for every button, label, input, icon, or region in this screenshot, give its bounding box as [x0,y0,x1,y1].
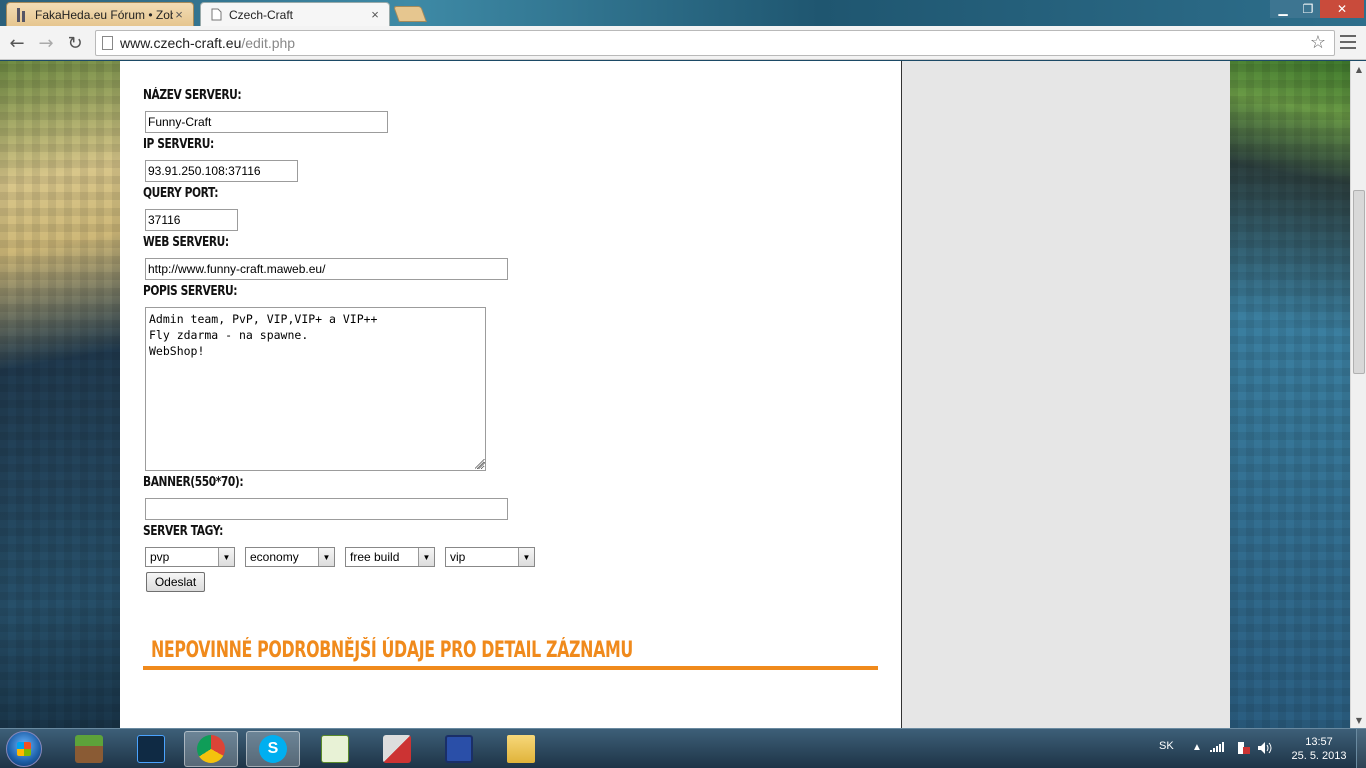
reload-icon[interactable]: ↻ [64,32,86,54]
query-port-input[interactable] [145,209,238,231]
server-description-label: Popis serveru: [143,284,238,299]
windows-taskbar: S SK ▲ 13:57 25. 5. 2013 [0,728,1366,768]
tag-select-4[interactable]: vip ▼ [445,547,535,567]
tag-select-value: economy [250,550,299,564]
taskbar-app-save[interactable] [432,731,486,767]
page-icon [102,36,113,50]
show-desktop-button[interactable] [1356,729,1366,768]
app-icon [137,735,165,763]
right-sidebar [902,61,1230,728]
background-art-right [1230,61,1350,728]
tab-title: FakaHeda.eu Fórum • Zob [35,7,173,22]
tag-select-value: pvp [150,550,170,564]
url-host: www.czech-craft.eu [120,35,242,51]
tab-czech-craft[interactable]: Czech-Craft × [200,2,390,26]
page-favicon-icon [209,8,223,22]
server-ip-label: IP serveru: [143,137,214,152]
tag-select-value: vip [450,550,466,564]
dropdown-arrow-icon: ▼ [318,548,334,566]
tab-close-icon[interactable]: × [369,7,381,22]
notepad-plus-icon [321,735,349,763]
clock-date: 25. 5. 2013 [1291,750,1347,762]
minecraft-icon [75,735,103,763]
language-indicator[interactable]: SK [1159,740,1174,752]
minimize-button[interactable]: ▁ [1270,0,1296,18]
server-tags-label: Server tagy: [143,524,223,539]
server-name-label: Název serveru: [143,88,242,103]
volume-icon[interactable] [1258,742,1272,757]
paint-icon [383,735,411,763]
close-window-button[interactable]: ✕ [1320,0,1364,18]
server-web-input[interactable] [145,258,508,280]
action-center-icon[interactable] [1236,742,1250,757]
browser-toolbar: ← → ↻ www.czech-craft.eu/edit.php ☆ [0,26,1366,60]
tray-expand-icon[interactable]: ▲ [1192,742,1202,753]
save-icon [445,735,473,763]
bookmark-star-icon[interactable]: ☆ [1310,32,1326,53]
server-web-label: Web serveru: [143,235,229,250]
skype-icon: S [259,735,287,763]
system-tray: SK ▲ 13:57 25. 5. 2013 [1150,729,1366,768]
page-scrollbar[interactable]: ▲ ▼ [1350,61,1366,728]
taskbar-app-minecraft[interactable] [62,731,116,767]
tag-select-3[interactable]: free build ▼ [345,547,435,567]
section-divider [143,666,878,670]
tab-close-icon[interactable]: × [173,7,185,22]
taskbar-app-notepad-plus[interactable] [308,731,362,767]
taskbar-app-skype[interactable]: S [246,731,300,767]
server-description-textarea[interactable]: Admin team, PvP, VIP,VIP+ a VIP++ Fly zd… [145,307,486,471]
new-tab-button[interactable] [393,6,427,22]
maximize-button[interactable]: ❐ [1296,0,1320,18]
taskbar-app-explorer[interactable] [494,731,548,767]
query-port-label: Query port: [143,186,219,201]
submit-button[interactable]: Odeslat [146,572,205,592]
back-arrow-icon[interactable]: ← [6,32,28,54]
taskbar-app-2[interactable] [124,731,178,767]
textarea-resize-handle[interactable] [475,459,485,469]
taskbar-app-chrome[interactable] [184,731,238,767]
scrollbar-thumb[interactable] [1353,190,1365,374]
clock-time: 13:57 [1305,736,1333,748]
start-button[interactable] [6,731,42,767]
server-ip-input[interactable] [145,160,298,182]
tab-fakaheda[interactable]: FakaHeda.eu Fórum • Zob × [6,2,194,26]
dropdown-arrow-icon: ▼ [518,548,534,566]
tag-select-1[interactable]: pvp ▼ [145,547,235,567]
background-art-left [0,61,120,728]
tag-select-2[interactable]: economy ▼ [245,547,335,567]
network-icon[interactable] [1210,742,1224,755]
browser-titlebar: FakaHeda.eu Fórum • Zob × Czech-Craft × … [0,0,1366,26]
url-path: /edit.php [241,35,296,51]
scroll-down-icon[interactable]: ▼ [1351,712,1366,728]
address-bar[interactable]: www.czech-craft.eu/edit.php ☆ [95,30,1335,56]
dropdown-arrow-icon: ▼ [418,548,434,566]
server-name-input[interactable] [145,111,388,133]
scroll-up-icon[interactable]: ▲ [1351,61,1366,77]
page-viewport: Název serveru: IP serveru: Query port: W… [0,61,1350,728]
section-title: Nepovinné podrobnější údaje pro detail z… [151,638,633,663]
taskbar-clock[interactable]: 13:57 25. 5. 2013 [1290,735,1348,763]
dropdown-arrow-icon: ▼ [218,548,234,566]
taskbar-app-paint[interactable] [370,731,424,767]
forum-favicon-icon [15,7,29,22]
chrome-menu-icon[interactable] [1340,35,1356,49]
main-content: Název serveru: IP serveru: Query port: W… [120,61,902,728]
tag-select-value: free build [350,550,400,564]
banner-input[interactable] [145,498,508,520]
explorer-icon [507,735,535,763]
tab-title: Czech-Craft [229,7,294,22]
chrome-icon [197,735,225,763]
banner-label: Banner(550*70): [143,475,244,490]
forward-arrow-icon[interactable]: → [35,32,57,54]
